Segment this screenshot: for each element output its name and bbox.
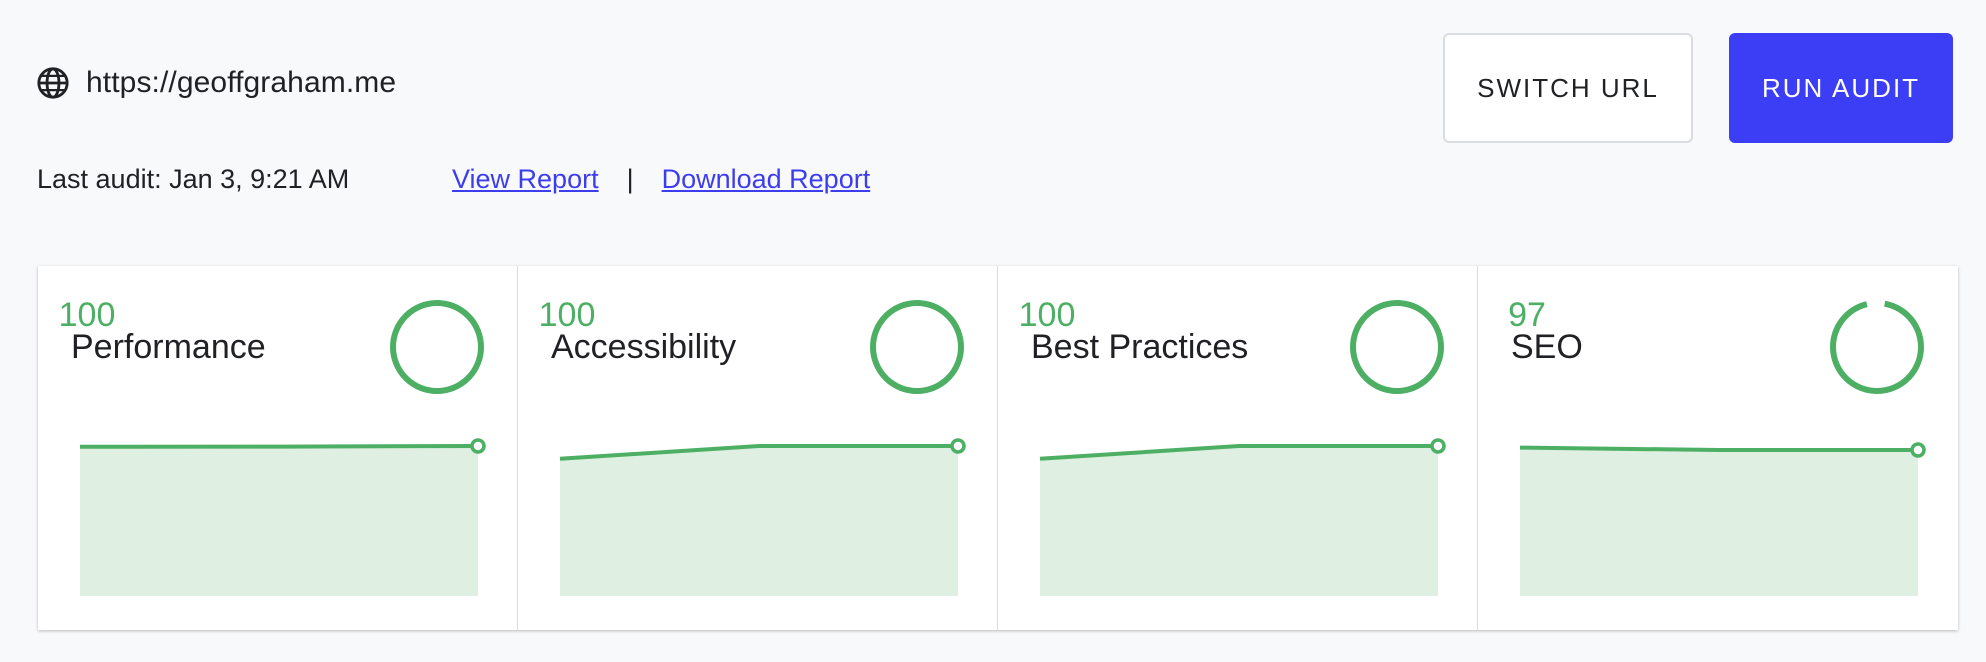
score-history-chart bbox=[559, 438, 966, 596]
run-audit-button[interactable]: RUN AUDIT bbox=[1729, 33, 1953, 143]
history-latest-point bbox=[1430, 438, 1446, 454]
score-card-performance[interactable]: Performance 100 bbox=[38, 266, 518, 630]
history-area bbox=[560, 446, 958, 596]
history-area bbox=[1040, 446, 1438, 596]
score-card-best-practices[interactable]: Best Practices 100 bbox=[998, 266, 1478, 630]
view-report-link[interactable]: View Report bbox=[452, 164, 599, 195]
score-history-chart bbox=[79, 438, 486, 596]
score-history-chart bbox=[1519, 442, 1926, 596]
score-history-chart bbox=[1039, 438, 1446, 596]
history-area bbox=[80, 446, 478, 596]
history-latest-point bbox=[1910, 442, 1926, 458]
link-separator: | bbox=[626, 164, 634, 194]
audit-info-row: Last audit: Jan 3, 9:21 AM View Report |… bbox=[37, 164, 870, 195]
score-card-accessibility[interactable]: Accessibility 100 bbox=[518, 266, 998, 630]
score-cards: Performance 100 Accessibility 100 Best P… bbox=[38, 266, 1958, 630]
site-url: https://geoffgraham.me bbox=[86, 66, 397, 99]
url-row: https://geoffgraham.me bbox=[36, 66, 396, 100]
history-latest-point bbox=[470, 438, 486, 454]
score-card-seo[interactable]: SEO 97 bbox=[1478, 266, 1958, 630]
last-audit-text: Last audit: Jan 3, 9:21 AM bbox=[37, 164, 350, 194]
history-line bbox=[79, 444, 479, 449]
switch-url-button[interactable]: SWITCH URL bbox=[1443, 33, 1693, 143]
download-report-link[interactable]: Download Report bbox=[662, 164, 871, 195]
history-line bbox=[1519, 445, 1918, 452]
history-area bbox=[1520, 447, 1918, 596]
globe-icon bbox=[37, 67, 69, 99]
history-latest-point bbox=[950, 438, 966, 454]
